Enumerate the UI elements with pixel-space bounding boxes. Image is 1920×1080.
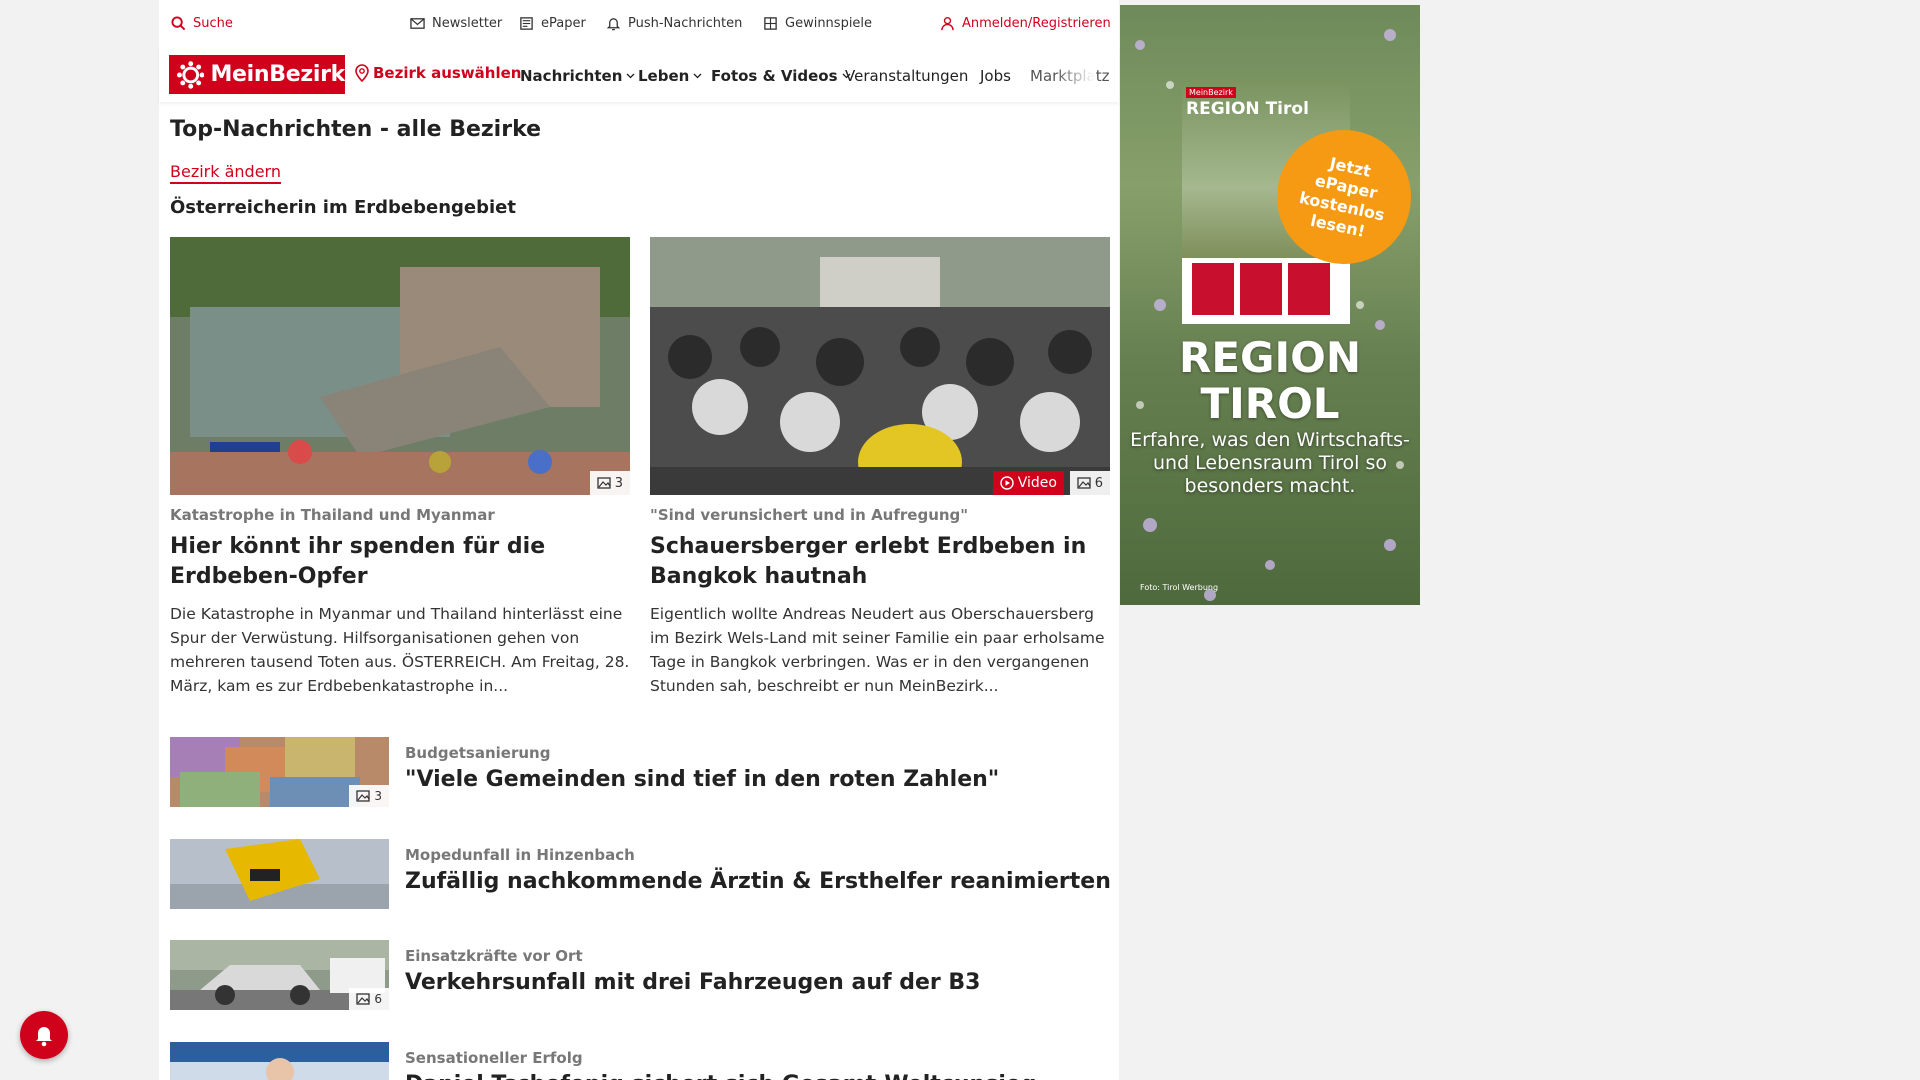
nav-item-nachrichten[interactable]: Nachrichten xyxy=(520,67,635,85)
push-label: Push-Nachrichten xyxy=(628,15,743,31)
site-logo[interactable]: MeinBezirk xyxy=(169,55,345,94)
list-item-headline[interactable]: Daniel Tschofenig sichert sich Gesamt-We… xyxy=(405,1072,1037,1080)
list-item[interactable]: 3 Budgetsanierung "Viele Gemeinden sind … xyxy=(170,737,1110,807)
featured-article-card[interactable]: 3 Katastrophe in Thailand und Myanmar Hi… xyxy=(170,237,630,698)
photo-count: 6 xyxy=(374,992,382,1006)
article-image[interactable]: Video 6 xyxy=(650,237,1110,495)
main-navigation: MeinBezirk Bezirk auswählen Nachrichten … xyxy=(159,48,1119,102)
newspaper-icon xyxy=(520,16,533,30)
article-teaser: Eigentlich wollte Andreas Neudert aus Ob… xyxy=(650,605,1105,695)
article-kicker: Katastrophe in Thailand und Myanmar xyxy=(170,506,495,524)
list-item-kicker: Mopedunfall in Hinzenbach xyxy=(405,846,635,864)
gift-icon xyxy=(764,16,777,30)
epaper-label: ePaper xyxy=(541,15,586,31)
nav-label: Nachrichten xyxy=(520,67,623,85)
chevron-down-icon xyxy=(693,73,702,79)
nav-item-veranstaltungen[interactable]: Veranstaltungen xyxy=(845,67,968,85)
image-icon xyxy=(597,477,611,489)
article-teaser: Die Katastrophe in Myanmar und Thailand … xyxy=(170,605,630,695)
list-item-thumbnail[interactable] xyxy=(170,839,389,909)
photo-count-badge: 6 xyxy=(349,988,389,1010)
utility-bar: Suche Newsletter ePaper Push-Nachrichten… xyxy=(159,0,1119,45)
mail-icon xyxy=(410,17,425,29)
page-title: Top-Nachrichten - alle Bezirke xyxy=(170,117,542,142)
image-icon xyxy=(356,790,371,802)
contests-link[interactable]: Gewinnspiele xyxy=(763,14,872,32)
login-label: Anmelden/Registrieren xyxy=(962,15,1111,31)
contests-label: Gewinnspiele xyxy=(785,15,873,31)
list-item[interactable]: Sensationeller Erfolg Daniel Tschofenig … xyxy=(170,1042,1110,1080)
photo-count: 6 xyxy=(1094,475,1103,491)
ad-subtitle: Erfahre, was den Wirtschafts- und Lebens… xyxy=(1130,429,1410,497)
article-image[interactable]: 3 xyxy=(170,237,630,495)
bell-icon xyxy=(606,17,621,30)
play-circle-icon xyxy=(1000,476,1014,490)
list-item-kicker: Sensationeller Erfolg xyxy=(405,1049,583,1067)
location-pin-icon xyxy=(355,64,369,82)
video-label: Video xyxy=(1017,475,1057,491)
list-item-headline[interactable]: "Viele Gemeinden sind tief in den roten … xyxy=(405,767,999,792)
bell-icon xyxy=(36,1027,52,1047)
section-title: Österreicherin im Erdbebengebiet xyxy=(170,197,516,218)
photo-count-badge: 3 xyxy=(349,785,389,807)
epaper-brand: MeinBezirk xyxy=(1186,87,1236,98)
featured-article-card[interactable]: Video 6 "Sind verunsichert und in Aufreg… xyxy=(650,237,1110,698)
list-item-kicker: Einsatzkräfte vor Ort xyxy=(405,947,583,965)
ad-cta-text: Jetzt ePaper kostenlos lesen! xyxy=(1297,153,1387,241)
image-icon xyxy=(356,993,371,1005)
list-item-thumbnail[interactable]: 3 xyxy=(170,737,389,807)
logo-text: MeinBezirk xyxy=(210,62,345,87)
ad-big-title: REGION TIROL xyxy=(1179,333,1361,428)
advertisement-banner[interactable]: MeinBezirk REGION Tirol Jetzt ePaper kos… xyxy=(1120,5,1420,605)
nav-label: Leben xyxy=(638,67,690,85)
nav-item-fotos-videos[interactable]: Fotos & Videos xyxy=(711,67,851,85)
user-icon xyxy=(941,16,954,30)
epaper-thumbnails xyxy=(1192,263,1330,315)
district-select[interactable]: Bezirk auswählen xyxy=(355,64,521,82)
list-item-headline[interactable]: Verkehrsunfall mit drei Fahrzeugen auf d… xyxy=(405,970,980,995)
article-headline[interactable]: Schauersberger erlebt Erdbeben in Bangko… xyxy=(650,532,1110,592)
list-item[interactable]: 6 Einsatzkräfte vor Ort Verkehrsunfall m… xyxy=(170,940,1110,1010)
search-link[interactable]: Suche xyxy=(171,14,233,32)
search-label: Suche xyxy=(193,15,233,31)
login-link[interactable]: Anmelden/Registrieren xyxy=(940,14,1111,32)
article-photo xyxy=(650,237,1110,495)
nav-label: Fotos & Videos xyxy=(711,67,838,85)
list-item-thumbnail[interactable] xyxy=(170,1042,389,1080)
article-photo xyxy=(170,237,630,495)
photo-count: 3 xyxy=(614,475,623,491)
newsletter-link[interactable]: Newsletter xyxy=(410,14,502,32)
district-select-label: Bezirk auswählen xyxy=(373,64,522,82)
nav-label: Jobs xyxy=(980,67,1011,85)
epaper-title: REGION Tirol xyxy=(1186,99,1309,119)
nav-label: Veranstaltungen xyxy=(845,67,969,85)
ad-photo-credit: Foto: Tirol Werbung xyxy=(1140,583,1219,592)
notification-bell-button[interactable] xyxy=(20,1011,68,1059)
nav-overflow-fade xyxy=(1055,60,1095,92)
list-item[interactable]: Mopedunfall in Hinzenbach Zufällig nachk… xyxy=(170,839,1111,909)
site-container: Suche Newsletter ePaper Push-Nachrichten… xyxy=(159,0,1119,1080)
image-icon xyxy=(1077,477,1091,489)
nav-item-leben[interactable]: Leben xyxy=(638,67,702,85)
article-kicker: "Sind verunsichert und in Aufregung" xyxy=(650,506,969,524)
photo-count-badge: 3 xyxy=(589,471,630,495)
push-link[interactable]: Push-Nachrichten xyxy=(606,14,742,32)
article-photo xyxy=(170,839,389,909)
article-headline[interactable]: Hier könnt ihr spenden für die Erdbeben-… xyxy=(170,532,630,592)
nav-item-jobs[interactable]: Jobs xyxy=(980,67,1011,85)
change-district-link[interactable]: Bezirk ändern xyxy=(170,162,281,184)
photo-count-badge: 6 xyxy=(1069,471,1110,495)
photo-count: 3 xyxy=(374,789,382,803)
search-icon xyxy=(171,15,186,30)
list-item-kicker: Budgetsanierung xyxy=(405,744,551,762)
chevron-down-icon xyxy=(626,73,635,79)
article-photo xyxy=(170,1042,389,1080)
logo-sun-icon xyxy=(177,60,205,89)
list-item-thumbnail[interactable]: 6 xyxy=(170,940,389,1010)
video-badge: Video xyxy=(992,471,1064,495)
list-item-headline[interactable]: Zufällig nachkommende Ärztin & Ersthelfe… xyxy=(405,869,1111,894)
epaper-link[interactable]: ePaper xyxy=(519,14,586,32)
newsletter-label: Newsletter xyxy=(432,15,503,31)
